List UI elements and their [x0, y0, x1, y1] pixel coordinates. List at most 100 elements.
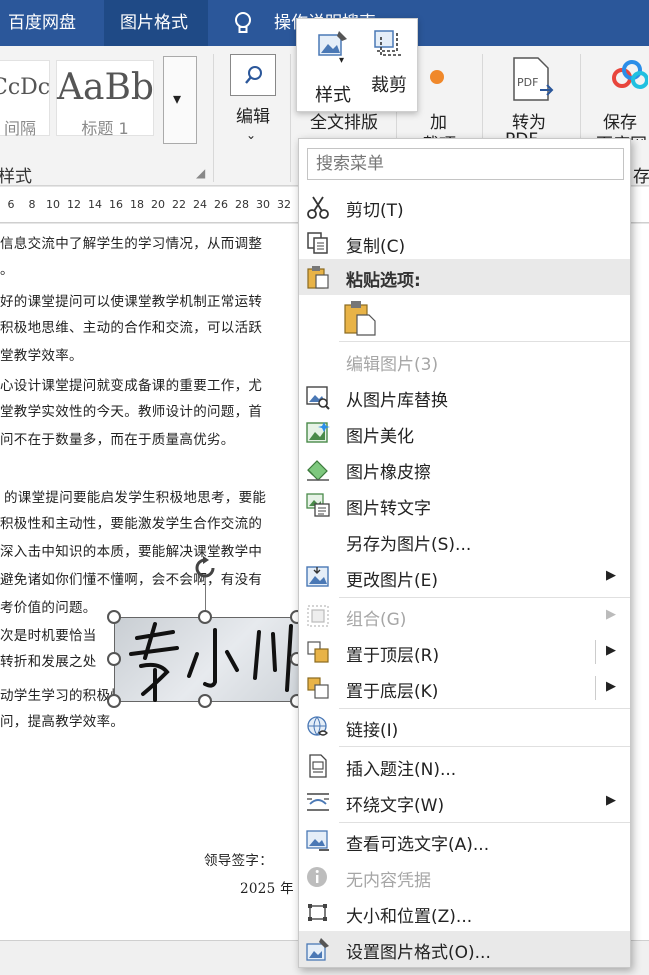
clipboard-icon: [307, 266, 329, 289]
menu-item-beautify[interactable]: 图片美化: [299, 415, 630, 451]
menu-item-label: 另存为图片(S)...: [346, 535, 472, 555]
sign-label: 领导签字：: [204, 853, 273, 869]
menu-item-label: 设置图片格式(O)...: [346, 943, 491, 963]
menu-item-label: 组合(G): [346, 610, 407, 630]
ribbon-separator: [213, 54, 214, 182]
menu-item-copy[interactable]: 复制(C): [299, 225, 630, 261]
style-name: 间隔: [3, 119, 36, 138]
submenu-arrow-icon[interactable]: ▶: [606, 679, 616, 694]
ruler-tick: 10: [46, 198, 60, 211]
menu-item-label: 图片橡皮擦: [346, 463, 431, 483]
document-text-line: 深入击中知识的本质，要能解决课堂教学中: [0, 544, 263, 560]
handwritten-signature: [129, 622, 293, 702]
picture-to-text-icon: [306, 493, 330, 517]
chevron-down-icon[interactable]: ⌄: [246, 128, 256, 142]
menu-item-label: 图片转文字: [346, 499, 431, 519]
menu-item-bring-to-front[interactable]: 置于顶层(R) ▶: [299, 634, 630, 670]
ruler-tick: 18: [130, 198, 144, 211]
menu-item-format-picture[interactable]: 设置图片格式(O)...: [299, 931, 630, 967]
tab-picture-format[interactable]: 图片格式: [104, 0, 208, 46]
addin-icon[interactable]: [430, 70, 444, 84]
menu-item-eraser[interactable]: 图片橡皮擦: [299, 451, 630, 487]
menu-item-link[interactable]: 链接(I): [299, 709, 630, 745]
lightbulb-icon[interactable]: [232, 11, 254, 35]
resize-handle-bottom-left[interactable]: [107, 694, 121, 708]
copy-icon: [307, 232, 328, 254]
document-text-line: 避免诸如你们懂不懂啊，会不会啊，有没有: [0, 572, 263, 588]
ruler-tick: 14: [88, 198, 102, 211]
menu-item-label: 环绕文字(W): [346, 796, 445, 816]
ruler-tick: 16: [109, 198, 123, 211]
menu-item-label: 插入题注(N)...: [346, 760, 457, 780]
resize-handle-left[interactable]: [107, 652, 121, 666]
paste-options-header: 粘贴选项:: [299, 259, 630, 295]
menu-item-change-picture[interactable]: 更改图片(E) ▶: [299, 559, 630, 595]
style-gallery-more-button[interactable]: ▾: [163, 56, 197, 144]
document-text-line: 转折和发展之处: [0, 654, 97, 670]
chevron-down-icon: ▾: [339, 55, 345, 66]
ruler-tick: 22: [172, 198, 186, 211]
document-text-line: 好的课堂提问可以使课堂教学机制正常运转: [0, 294, 263, 310]
dialog-launcher-icon[interactable]: ◢: [196, 166, 205, 180]
magnifier-icon: [245, 66, 262, 84]
menu-item-view-alt-text[interactable]: 查看可选文字(A)...: [299, 823, 630, 859]
ruler-tick: 26: [214, 198, 228, 211]
menu-item-cut[interactable]: 剪切(T): [299, 189, 630, 225]
menu-item-wrap-text[interactable]: 环绕文字(W) ▶: [299, 784, 630, 820]
ruler-tick: 8: [28, 198, 36, 211]
submenu-arrow-icon[interactable]: ▶: [606, 643, 616, 658]
ruler-tick: 24: [193, 198, 207, 211]
menu-item-size-position[interactable]: 大小和位置(Z)...: [299, 895, 630, 931]
picture-style-label: 样式: [315, 85, 351, 106]
group-icon: [307, 605, 329, 627]
paste-keep-source-icon[interactable]: [343, 299, 377, 337]
picture-search-icon: [306, 386, 330, 410]
crop-button[interactable]: 裁剪: [363, 25, 415, 109]
menu-item-group: 组合(G) ▶: [299, 598, 630, 634]
signature-image[interactable]: [114, 617, 300, 702]
document-text-line: 考价值的问题。: [0, 600, 97, 616]
document-text-line: 积极性和主动性，要能激发学生合作交流的: [0, 516, 263, 532]
submenu-arrow-icon: ▶: [606, 607, 616, 622]
link-icon: [307, 716, 328, 736]
document-text-line: 堂教学实效性的今天。教师设计的问题，首: [0, 404, 263, 420]
resize-handle-bottom[interactable]: [198, 694, 212, 708]
document-text-line: 的课堂提问要能启发学生积极地思考，要能: [4, 490, 267, 506]
menu-item-replace-from-library[interactable]: 从图片库替换: [299, 379, 630, 415]
picture-style-button[interactable]: ▾ 样式: [301, 25, 359, 109]
ruler-tick: 12: [67, 198, 81, 211]
picture-beautify-icon: [306, 422, 330, 443]
pdf-icon[interactable]: PDF: [510, 56, 554, 102]
find-button[interactable]: [230, 54, 276, 96]
style-gallery-item-spacing[interactable]: CcDc 间隔: [0, 60, 51, 138]
pdf-icon-text: PDF: [517, 76, 538, 89]
ruler-tick: 32: [277, 198, 291, 211]
menu-item-label: 置于底层(K): [346, 682, 439, 702]
ribbon-separator: [290, 54, 291, 182]
document-text-line: 心设计课堂提问就变成备课的重要工作，尤: [0, 378, 263, 394]
tab-baidu-netdisk[interactable]: 百度网盘: [0, 0, 84, 46]
menu-item-no-credentials: 无内容凭据: [299, 859, 630, 895]
document-text-line: 问不在于数量多，而在于质量高优劣。: [0, 432, 235, 448]
save-group-label: 存: [633, 167, 649, 187]
menu-item-save-as-picture[interactable]: 另存为图片(S)...: [299, 523, 630, 559]
split-divider: [595, 676, 596, 700]
document-text-line: 积极地思维、主动的合作和交流，可以活跃: [0, 320, 263, 336]
menu-item-label: 无内容凭据: [346, 871, 431, 891]
menu-item-insert-caption[interactable]: 插入题注(N)...: [299, 748, 630, 784]
picture-style-icon: [318, 31, 347, 56]
resize-handle-top-left[interactable]: [107, 610, 121, 624]
baidu-cloud-icon[interactable]: [612, 60, 648, 90]
style-sample: CcDc: [0, 75, 51, 100]
style-gallery-item-heading1[interactable]: AaBb 标题 1: [56, 60, 154, 138]
ruler-tick: 30: [256, 198, 270, 211]
resize-handle-top[interactable]: [198, 610, 212, 624]
menu-item-label: 更改图片(E): [346, 571, 439, 591]
edit-group-label[interactable]: 编辑: [230, 102, 276, 127]
style-name: 标题 1: [81, 119, 129, 138]
rotate-handle-icon[interactable]: [191, 554, 219, 582]
menu-search-input[interactable]: [307, 148, 624, 180]
menu-item-picture-to-text[interactable]: 图片转文字: [299, 487, 630, 523]
eraser-icon: [307, 460, 329, 481]
menu-item-send-to-back[interactable]: 置于底层(K) ▶: [299, 670, 630, 706]
